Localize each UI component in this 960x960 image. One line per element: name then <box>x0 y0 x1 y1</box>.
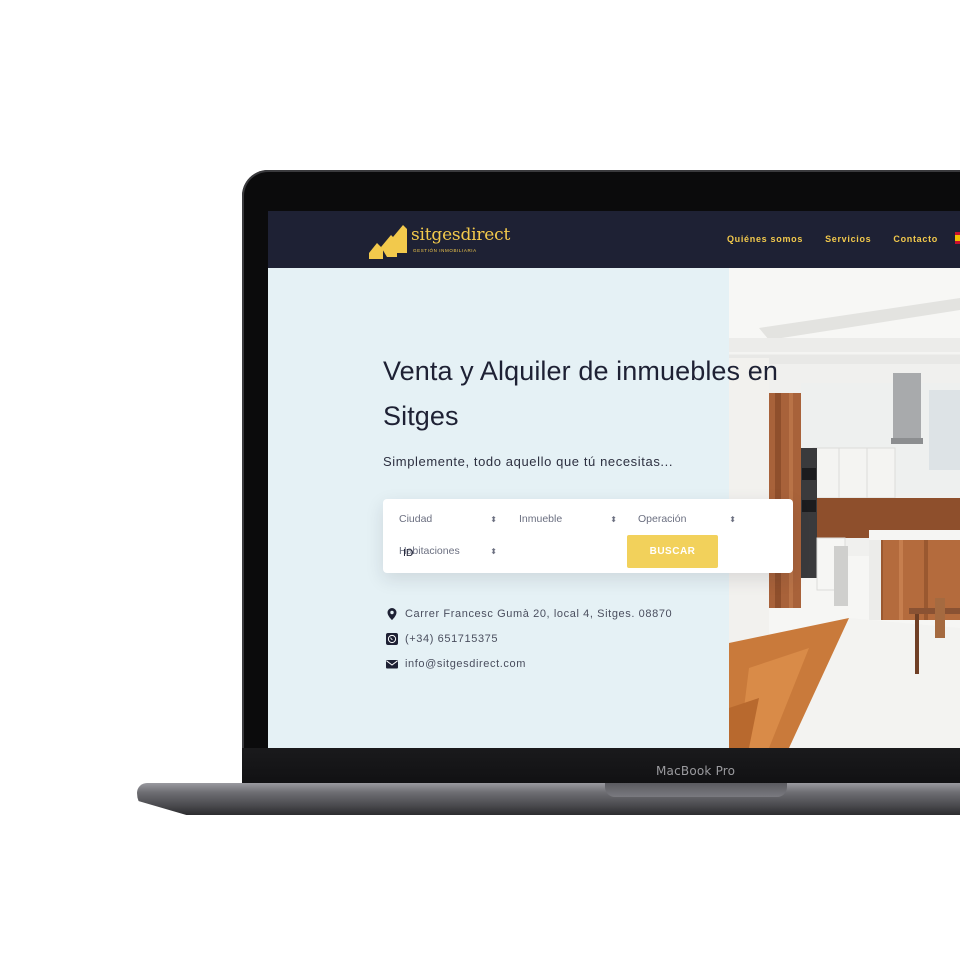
address-text: Carrer Francesc Gumà 20, local 4, Sitges… <box>405 607 673 620</box>
inmueble-label: Inmueble <box>519 513 563 525</box>
contact-address: Carrer Francesc Gumà 20, local 4, Sitges… <box>385 601 672 626</box>
nav-contacto[interactable]: Contacto <box>893 234 938 244</box>
screen: sitgesdirect GESTIÓN INMOBILIARIA Quiéne… <box>268 211 960 748</box>
ciudad-label: Ciudad <box>399 513 433 525</box>
contact-email[interactable]: info@sitgesdirect.com <box>385 651 672 676</box>
select-arrows-icon: ⬍ <box>610 514 617 524</box>
contact-info: Carrer Francesc Gumà 20, local 4, Sitges… <box>385 601 672 676</box>
site-header: sitgesdirect GESTIÓN INMOBILIARIA Quiéne… <box>268 211 960 268</box>
logo-tagline: GESTIÓN INMOBILIARIA <box>413 248 477 253</box>
operacion-label: Operación <box>638 513 687 525</box>
logo[interactable]: sitgesdirect GESTIÓN INMOBILIARIA <box>369 221 519 259</box>
id-input[interactable] <box>403 543 503 563</box>
main-nav: Quiénes somos Servicios Contacto <box>727 234 938 244</box>
hero-subtitle: Simplemente, todo aquello que tú necesit… <box>383 454 674 469</box>
email-text: info@sitgesdirect.com <box>405 657 526 670</box>
envelope-icon <box>386 659 398 668</box>
hero-title-line2: Sitges <box>383 401 459 431</box>
laptop-notch <box>605 783 787 797</box>
logo-icon <box>369 225 407 259</box>
language-flag-icon[interactable] <box>955 232 960 244</box>
nav-servicios[interactable]: Servicios <box>825 234 871 244</box>
ciudad-select[interactable]: Ciudad ⬍ <box>399 509 497 529</box>
contact-phone[interactable]: (+34) 651715375 <box>385 626 672 651</box>
select-arrows-icon: ⬍ <box>729 514 736 524</box>
inmueble-select[interactable]: Inmueble ⬍ <box>519 509 617 529</box>
logo-name: sitgesdirect <box>411 225 511 245</box>
hero-title-line1: Venta y Alquiler de inmuebles en <box>383 356 778 386</box>
map-pin-icon <box>387 607 397 620</box>
nav-quienes-somos[interactable]: Quiénes somos <box>727 234 803 244</box>
phone-text: (+34) 651715375 <box>405 632 499 645</box>
buscar-button[interactable]: BUSCAR <box>627 535 718 568</box>
device-label: MacBook Pro <box>656 764 736 778</box>
hero-title: Venta y Alquiler de inmuebles en Sitges <box>383 349 843 439</box>
select-arrows-icon: ⬍ <box>490 514 497 524</box>
operacion-select[interactable]: Operación ⬍ <box>638 509 736 529</box>
laptop-base <box>137 783 960 815</box>
whatsapp-icon <box>386 632 398 645</box>
